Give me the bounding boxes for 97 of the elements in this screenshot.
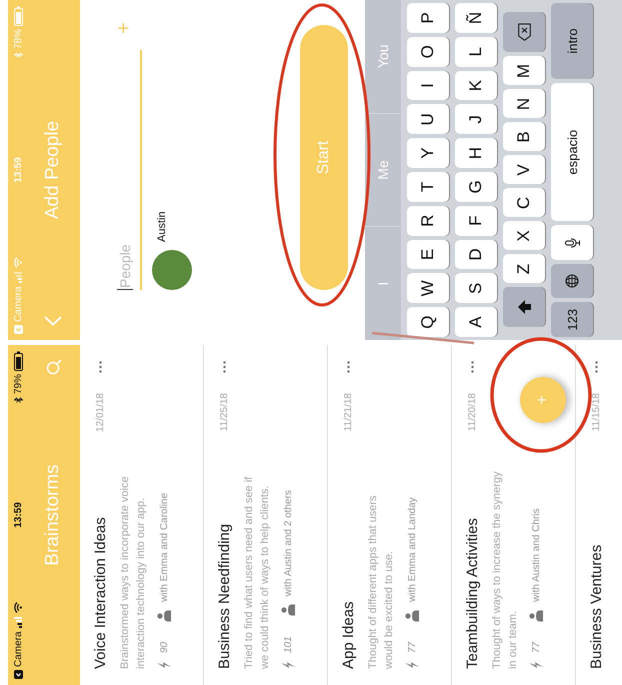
- person-icon: [157, 610, 171, 622]
- person-name: Austin: [156, 211, 168, 242]
- delete-key[interactable]: [503, 12, 545, 52]
- card-collaborators: with Emma and Caroline: [158, 492, 170, 602]
- wifi-icon: [14, 257, 22, 268]
- brainstorm-card[interactable]: App Ideas 11/21/18 Thought of different apps that users would be excited to use. 77 with Emma and Landay: [328, 345, 452, 685]
- letter-key[interactable]: K: [455, 70, 497, 100]
- letter-key[interactable]: B: [503, 122, 545, 152]
- brainstorm-card[interactable]: Business Ventures 11/15/18: [576, 345, 622, 685]
- letter-key[interactable]: G: [455, 172, 497, 202]
- person-icon: [281, 604, 295, 616]
- person-icon: [405, 610, 419, 622]
- delete-icon: [518, 24, 530, 42]
- letter-key[interactable]: C: [503, 188, 545, 218]
- letter-key[interactable]: I: [407, 70, 449, 100]
- letter-key[interactable]: J: [455, 104, 497, 134]
- more-icon[interactable]: [99, 361, 102, 373]
- microphone-icon: [564, 238, 580, 248]
- brainstorm-card[interactable]: Business Needfinding 11/25/18 Tried to find what users need and see if we could think of ways to help clients. 101 with Austin and 2 others: [204, 345, 328, 685]
- letter-key[interactable]: S: [455, 273, 497, 304]
- shift-key[interactable]: [503, 288, 545, 328]
- letter-key[interactable]: X: [503, 222, 545, 250]
- card-score: 77: [406, 642, 418, 653]
- card-collaborators: with Austin and 2 others: [282, 490, 294, 596]
- card-collaborators: with Austin and Chris: [530, 508, 542, 602]
- lightning-icon: [157, 661, 171, 669]
- person-icon: [529, 610, 543, 622]
- globe-key[interactable]: [551, 264, 593, 298]
- letter-key[interactable]: H: [455, 138, 497, 168]
- battery-percent: 79%: [12, 374, 24, 394]
- card-description: Tried to find what users need and see if we could think of ways to help clients.: [242, 476, 272, 669]
- card-description: Thought of ways to increase the synergy in our team.: [490, 470, 520, 669]
- card-title: Voice Interaction Ideas: [92, 516, 109, 669]
- letter-key[interactable]: N: [503, 90, 545, 118]
- globe-icon: [565, 274, 579, 288]
- card-title: Teambuilding Activities: [464, 517, 481, 669]
- letter-key[interactable]: D: [455, 240, 497, 270]
- more-icon[interactable]: [595, 361, 598, 373]
- lightning-icon: [405, 661, 419, 669]
- card-title: Business Needfinding: [216, 522, 233, 669]
- card-collaborators: with Emma and Landay: [406, 497, 418, 602]
- letter-key[interactable]: F: [455, 206, 497, 236]
- back-badge-icon: [14, 325, 22, 334]
- return-key[interactable]: intro: [551, 3, 593, 80]
- avatar-placeholder: [152, 250, 192, 290]
- card-date: 11/20/18: [467, 393, 478, 432]
- back-badge-icon: [14, 670, 22, 679]
- battery-icon: [14, 351, 22, 372]
- screen-title: Brainstorms: [42, 464, 64, 566]
- letter-key[interactable]: T: [407, 172, 449, 202]
- card-date: 11/25/18: [219, 393, 230, 432]
- card-score: 77: [530, 642, 542, 653]
- battery-icon: [14, 6, 22, 26]
- letter-key[interactable]: Q: [407, 307, 449, 337]
- shift-arrow-icon: [518, 300, 530, 314]
- letter-key[interactable]: V: [503, 156, 545, 184]
- letter-key[interactable]: P: [407, 3, 449, 33]
- lightning-icon: [281, 661, 295, 669]
- letter-key[interactable]: M: [503, 56, 545, 86]
- screen-title: Add People: [42, 120, 64, 220]
- card-date: 11/15/18: [591, 393, 602, 432]
- more-icon[interactable]: [347, 361, 350, 373]
- battery-percent: 78%: [12, 29, 24, 50]
- status-time: 13:59: [12, 502, 24, 528]
- bluetooth-icon: [14, 397, 22, 404]
- letter-key[interactable]: O: [407, 36, 449, 67]
- card-title: Business Ventures: [588, 544, 605, 669]
- space-key[interactable]: espacio: [551, 83, 593, 222]
- card-description: Brainstormed ways to incorporate voice interaction technology into our app.: [118, 475, 148, 669]
- bluetooth-icon: [14, 52, 22, 58]
- carrier-label: Camera: [12, 631, 24, 667]
- card-score: 90: [158, 642, 170, 653]
- carrier-label: Camera: [12, 286, 24, 322]
- letter-key[interactable]: A: [455, 307, 497, 337]
- card-score: 101: [282, 636, 294, 653]
- wifi-icon: [14, 602, 22, 614]
- microphone-key[interactable]: [551, 225, 593, 260]
- lightning-icon: [529, 661, 543, 669]
- more-icon[interactable]: [471, 361, 474, 373]
- status-time: 13:59: [12, 157, 24, 183]
- more-icon[interactable]: [223, 361, 226, 373]
- card-date: 12/01/18: [95, 393, 106, 432]
- letter-key[interactable]: L: [455, 36, 497, 67]
- letter-key[interactable]: E: [407, 240, 449, 270]
- letter-key[interactable]: Ñ: [455, 3, 497, 33]
- letter-key[interactable]: Y: [407, 138, 449, 168]
- brainstorm-card[interactable]: Voice Interaction Ideas 12/01/18 Brainstormed ways to incorporate voice interaction technology into our app. 90 with Emma and Caroline: [80, 345, 204, 685]
- letter-key[interactable]: W: [407, 273, 449, 304]
- signal-icon: [14, 271, 22, 284]
- letter-key[interactable]: R: [407, 206, 449, 236]
- card-title: App Ideas: [340, 600, 357, 669]
- card-date: 11/21/18: [343, 393, 354, 432]
- signal-icon: [14, 616, 22, 628]
- card-description: Thought of different apps that users would be excited to use.: [366, 494, 396, 669]
- letter-key[interactable]: U: [407, 104, 449, 134]
- letter-key[interactable]: Z: [503, 254, 545, 284]
- numbers-key[interactable]: 123: [551, 302, 593, 337]
